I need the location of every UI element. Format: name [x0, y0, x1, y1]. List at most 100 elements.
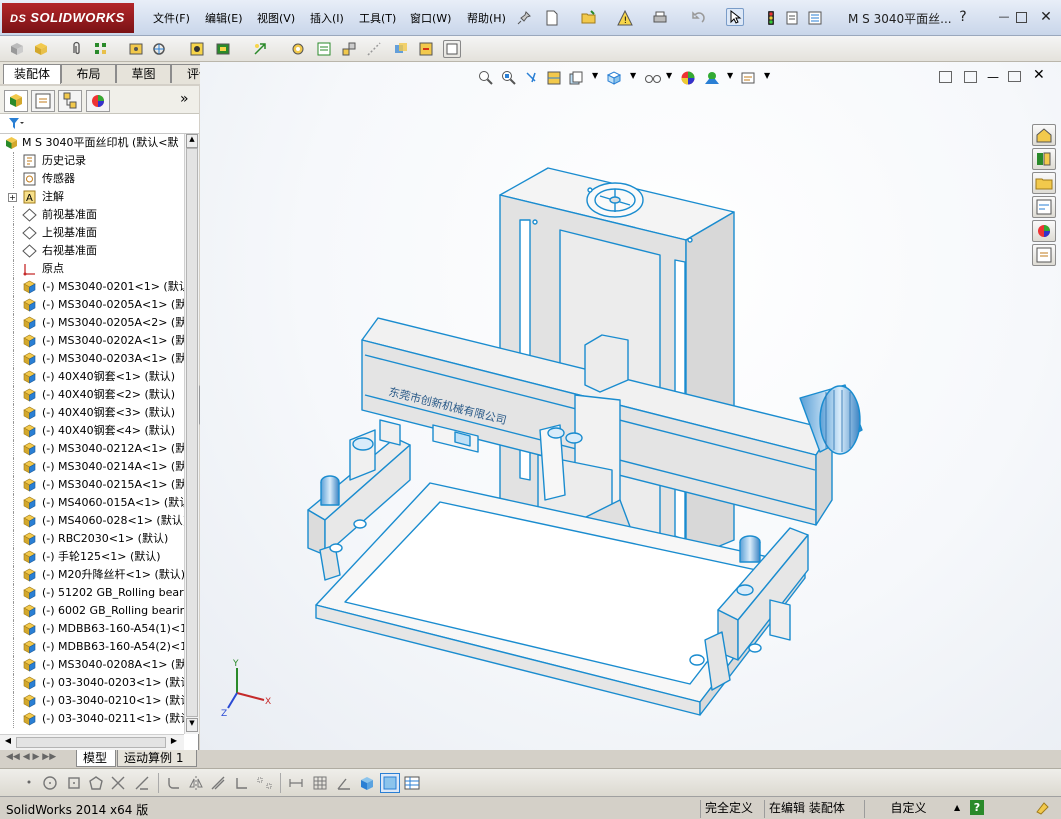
view-orientation-icon[interactable]: [606, 70, 622, 86]
tree-item[interactable]: (-) 03-3040-0203<1> (默认): [0, 674, 184, 692]
linear-pattern-icon[interactable]: [92, 40, 110, 58]
tree-item[interactable]: (-) 40X40钢套<1> (默认): [0, 368, 184, 386]
configuration-manager-tab[interactable]: [58, 90, 82, 112]
menu-tools[interactable]: 工具(T): [356, 10, 399, 28]
trim-icon[interactable]: [110, 775, 126, 791]
smart-fasteners-icon[interactable]: [127, 40, 145, 58]
tree-item[interactable]: 右视基准面: [0, 242, 184, 260]
interference-detection-icon[interactable]: [392, 40, 410, 58]
tree-item[interactable]: (-) MS3040-0214A<1> (默认): [0, 458, 184, 476]
new-part-icon[interactable]: [32, 40, 50, 58]
viewport-link-button[interactable]: [964, 71, 977, 83]
hide-show-items-icon[interactable]: [644, 70, 662, 86]
tree-item[interactable]: (-) MS3040-0208A<1> (默认): [0, 656, 184, 674]
tree-item[interactable]: 历史记录: [0, 152, 184, 170]
traffic-light-icon[interactable]: [762, 9, 780, 27]
offset-entities-icon[interactable]: [210, 775, 226, 791]
hide-show-dropdown-icon[interactable]: ▼: [666, 71, 672, 80]
edit-appearance-icon[interactable]: [680, 70, 696, 86]
open-folder-icon[interactable]: [580, 9, 598, 27]
feature-manager-tab[interactable]: [4, 90, 28, 112]
h-scroll-thumb[interactable]: [16, 737, 166, 748]
help-button[interactable]: ?: [955, 10, 971, 24]
tree-item[interactable]: (-) 40X40钢套<3> (默认): [0, 404, 184, 422]
expand-toggle-icon[interactable]: +: [8, 193, 17, 202]
menu-file[interactable]: 文件(F): [150, 10, 193, 28]
tree-vertical-scrollbar[interactable]: ▲ ▼: [184, 134, 199, 734]
new-motion-study-icon[interactable]: [289, 40, 307, 58]
move-component-icon[interactable]: [150, 40, 168, 58]
menu-window[interactable]: 窗口(W): [407, 10, 454, 28]
tree-item[interactable]: (-) MS3040-0215A<1> (默认): [0, 476, 184, 494]
grid-icon[interactable]: [312, 775, 328, 791]
print-icon[interactable]: [651, 9, 669, 27]
new-document-icon[interactable]: [543, 9, 561, 27]
point-icon[interactable]: [22, 775, 36, 789]
tree-item[interactable]: (-) 手轮125<1> (默认): [0, 548, 184, 566]
tree-item[interactable]: (-) MS4060-028<1> (默认): [0, 512, 184, 530]
display-style-dropdown-icon[interactable]: ▼: [630, 71, 636, 80]
mate-paperclip-icon[interactable]: [68, 40, 86, 58]
table-icon[interactable]: [404, 775, 420, 791]
tree-item[interactable]: + A 注解: [0, 188, 184, 206]
tab-nav-arrows[interactable]: ◀◀ ◀ ▶ ▶▶: [6, 752, 56, 762]
extend-icon[interactable]: [134, 775, 150, 791]
scroll-down-arrow[interactable]: ▼: [186, 718, 198, 732]
clearance-verification-icon[interactable]: [417, 40, 435, 58]
tree-item[interactable]: (-) 6002 GB_Rolling bearings: [0, 602, 184, 620]
select-cursor-icon[interactable]: [726, 8, 744, 26]
options-icon[interactable]: [806, 9, 824, 27]
tree-item[interactable]: (-) 40X40钢套<2> (默认): [0, 386, 184, 404]
menu-help[interactable]: 帮助(H): [464, 10, 509, 28]
expand-panel-icon[interactable]: »: [180, 91, 189, 107]
minimize-button[interactable]: —: [996, 10, 1012, 24]
tree-item[interactable]: (-) RBC2030<1> (默认): [0, 530, 184, 548]
view-cube-icon[interactable]: [380, 773, 400, 793]
mirror-entities-icon[interactable]: [188, 775, 204, 791]
units-selector[interactable]: 自定义: [864, 800, 952, 818]
display-manager-tab[interactable]: [86, 90, 110, 112]
section-view-icon[interactable]: [546, 70, 562, 86]
apply-scene-icon[interactable]: [703, 70, 721, 86]
reference-geometry-icon[interactable]: [251, 40, 269, 58]
zoom-to-fit-icon[interactable]: [478, 70, 494, 86]
menu-view[interactable]: 视图(V): [254, 10, 298, 28]
tree-item[interactable]: (-) MS3040-0205A<2> (默认): [0, 314, 184, 332]
tree-item[interactable]: (-) 40X40钢套<4> (默认): [0, 422, 184, 440]
tree-item[interactable]: (-) 03-3040-0210<1> (默认): [0, 692, 184, 710]
file-properties-icon[interactable]: [783, 9, 801, 27]
solidworks-logo[interactable]: DS SOLIDWORKS: [2, 3, 134, 33]
center-rectangle-icon[interactable]: [66, 775, 82, 791]
tree-item[interactable]: (-) MS3040-0205A<1> (默认): [0, 296, 184, 314]
property-manager-tab[interactable]: [31, 90, 55, 112]
viewport-minimize-button[interactable]: —: [987, 70, 999, 84]
viewport-close-button[interactable]: ✕: [1033, 67, 1045, 83]
tree-item[interactable]: 上视基准面: [0, 224, 184, 242]
tree-root-assembly[interactable]: M S 3040平面丝印机 (默认<默: [0, 134, 184, 152]
view-settings-dropdown-icon[interactable]: ▼: [764, 71, 770, 80]
tree-item[interactable]: (-) MS3040-0203A<1> (默认): [0, 350, 184, 368]
design-library-icon[interactable]: [1032, 148, 1056, 170]
tree-item[interactable]: (-) M20升降丝杆<1> (默认): [0, 566, 184, 584]
linear-sketch-pattern-icon[interactable]: [256, 775, 274, 791]
angle-icon[interactable]: [336, 775, 352, 791]
zoom-to-area-icon[interactable]: [501, 70, 517, 86]
polygon-icon[interactable]: [88, 775, 104, 791]
view-orientation-dropdown-icon[interactable]: ▼: [592, 71, 598, 80]
solidworks-resources-icon[interactable]: [1032, 124, 1056, 146]
tree-item[interactable]: (-) MS3040-0201<1> (默认): [0, 278, 184, 296]
tree-item[interactable]: 前视基准面: [0, 206, 184, 224]
convert-entities-icon[interactable]: [234, 775, 250, 791]
scroll-right-arrow[interactable]: ▶: [168, 736, 180, 749]
tab-model[interactable]: 模型: [76, 750, 116, 767]
tree-item[interactable]: (-) MS4060-015A<1> (默认): [0, 494, 184, 512]
close-button[interactable]: ✕: [1038, 10, 1054, 24]
dimension-icon[interactable]: [288, 775, 304, 791]
dynamic-annotation-icon[interactable]: [568, 70, 584, 86]
viewport-restore-button[interactable]: [1008, 71, 1021, 82]
tree-item[interactable]: (-) MDBB63-160-A54(1)<1>: [0, 620, 184, 638]
assembly-model[interactable]: 东莞市创新机械有限公司 Y X Z: [200, 62, 1061, 750]
tab-layout[interactable]: 布局: [61, 64, 116, 83]
scroll-thumb[interactable]: [186, 148, 198, 717]
rebuild-warning-icon[interactable]: !: [616, 9, 634, 27]
